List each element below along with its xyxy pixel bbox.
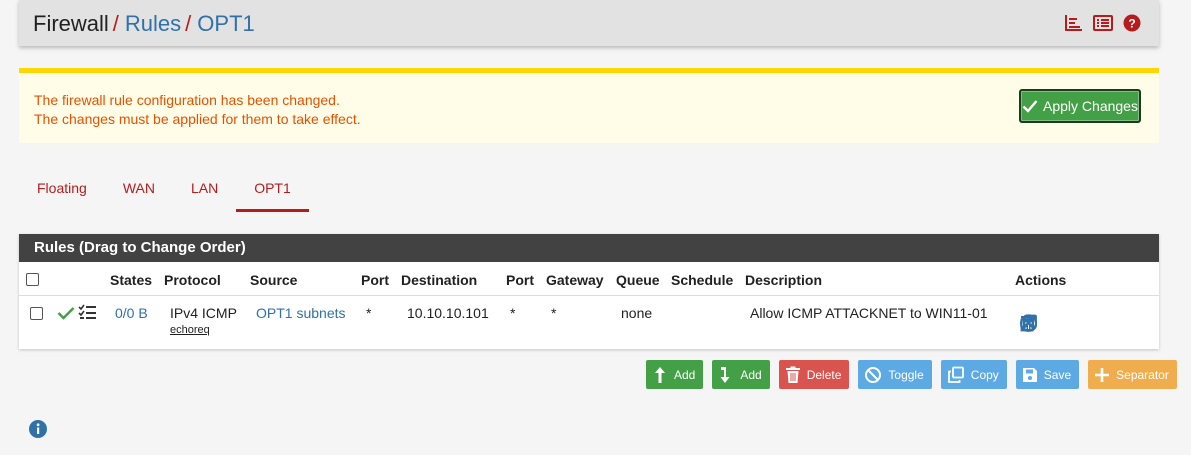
separator-button[interactable]: Separator [1088, 360, 1177, 389]
col-port: Port [361, 272, 389, 288]
arrow-down-icon [720, 366, 730, 383]
panel-title: Rules (Drag to Change Order) [19, 234, 1159, 262]
table-header: States Protocol Source Port Destination … [19, 262, 1159, 296]
row-states-link[interactable]: 0/0 B [115, 305, 148, 321]
save-button[interactable]: Save [1015, 360, 1080, 389]
plus-icon [1095, 367, 1110, 382]
breadcrumb-separator: / [185, 11, 192, 36]
col-description: Description [745, 272, 823, 288]
add-top-label: Add [674, 367, 696, 382]
row-destination-port: * [510, 305, 516, 321]
tab-floating[interactable]: Floating [19, 170, 105, 212]
row-checkbox[interactable] [30, 307, 43, 320]
config-changed-alert: The firewall rule configuration has been… [19, 68, 1159, 143]
col-source: Source [250, 272, 298, 288]
tab-wan[interactable]: WAN [105, 170, 173, 212]
add-top-button[interactable]: Add [646, 360, 704, 389]
toggle-button[interactable]: Toggle [858, 360, 932, 389]
select-all-checkbox[interactable] [26, 273, 39, 286]
apply-changes-button[interactable]: Apply Changes [1019, 89, 1141, 123]
delete-label: Delete [806, 367, 842, 382]
breadcrumb: Firewall / Rules / OPT1 [33, 11, 255, 37]
save-label: Save [1043, 367, 1072, 382]
col-port: Port [506, 272, 534, 288]
row-source-port: * [366, 305, 372, 321]
alert-line-2: The changes must be applied for them to … [34, 111, 361, 127]
row-destination: 10.10.10.101 [407, 305, 489, 321]
col-destination: Destination [401, 272, 478, 288]
save-icon [1022, 367, 1037, 382]
row-description: Allow ICMP ATTACKNET to WIN11-01 [750, 305, 988, 321]
check-icon [1022, 100, 1038, 113]
tasks-icon[interactable] [78, 304, 97, 320]
copy-label: Copy [970, 367, 999, 382]
row-protocol-subtype[interactable]: echoreq [170, 324, 210, 336]
rule-action-buttons: Add Add Delete Toggle Copy Save Separato… [646, 360, 1177, 389]
col-schedule: Schedule [671, 272, 734, 288]
info-icon[interactable] [28, 419, 48, 439]
col-protocol: Protocol [164, 272, 221, 288]
page-header: Firewall / Rules / OPT1 ? [19, 0, 1159, 46]
breadcrumb-firewall: Firewall [33, 11, 109, 36]
list-icon[interactable] [1093, 14, 1113, 32]
alert-line-1: The firewall rule configuration has been… [34, 92, 340, 108]
tab-lan[interactable]: LAN [173, 170, 236, 212]
chart-icon[interactable] [1064, 14, 1084, 32]
col-gateway: Gateway [546, 272, 604, 288]
row-source-link[interactable]: OPT1 subnets [256, 305, 346, 321]
tab-opt1[interactable]: OPT1 [236, 170, 309, 212]
row-gateway: * [551, 305, 557, 321]
copy-button[interactable]: Copy [940, 360, 1007, 389]
help-icon[interactable]: ? [1122, 14, 1142, 32]
svg-text:?: ? [1128, 17, 1135, 31]
breadcrumb-separator: / [112, 11, 119, 36]
apply-changes-label: Apply Changes [1043, 98, 1138, 114]
pass-check-icon[interactable] [57, 306, 75, 320]
col-states: States [110, 272, 153, 288]
add-bottom-button[interactable]: Add [712, 360, 770, 389]
ban-icon [865, 366, 882, 383]
arrow-up-icon [655, 366, 665, 383]
separator-label: Separator [1116, 367, 1169, 382]
clone-icon [947, 366, 964, 383]
col-actions: Actions [1015, 272, 1067, 288]
interface-tabs: Floating WAN LAN OPT1 [19, 170, 309, 212]
table-row[interactable]: 0/0 B IPv4 ICMP echoreq OPT1 subnets * 1… [19, 296, 1159, 348]
trash-icon [785, 366, 800, 383]
times-icon[interactable] [1019, 314, 1038, 332]
delete-button[interactable]: Delete [778, 360, 850, 389]
breadcrumb-opt1[interactable]: OPT1 [197, 11, 254, 36]
row-queue: none [621, 305, 653, 321]
toggle-label: Toggle [888, 367, 924, 382]
row-protocol: IPv4 ICMP [170, 305, 237, 321]
rules-panel: Rules (Drag to Change Order) States Prot… [19, 234, 1159, 349]
breadcrumb-rules[interactable]: Rules [125, 11, 181, 36]
col-queue: Queue [616, 272, 660, 288]
add-bottom-label: Add [740, 367, 762, 382]
